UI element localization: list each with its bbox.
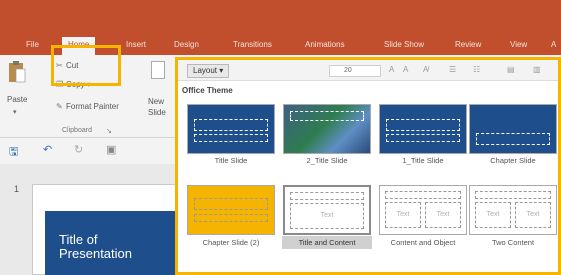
clipboard-dialog-launcher-icon[interactable]: ↘ xyxy=(106,127,112,135)
highlight-callout-layout-gallery xyxy=(175,57,561,275)
slide-number: 1 xyxy=(14,184,20,194)
save-icon[interactable]: 🖫 xyxy=(9,143,18,162)
paste-button-label[interactable]: Paste xyxy=(7,95,27,104)
highlight-callout-cut xyxy=(51,45,121,86)
slide-title: Title of Presentation xyxy=(59,232,132,261)
undo-icon[interactable]: ↶ xyxy=(43,143,52,156)
tab-transitions[interactable]: Transitions xyxy=(233,40,272,49)
tab-insert[interactable]: Insert xyxy=(126,40,146,49)
new-slide-icon[interactable] xyxy=(151,61,165,79)
paintbrush-icon: ✎ xyxy=(56,102,63,111)
start-from-beginning-icon[interactable]: ▣ xyxy=(106,143,116,156)
redo-icon[interactable]: ↻ xyxy=(74,143,83,156)
tab-view[interactable]: View xyxy=(510,40,527,49)
paste-icon[interactable] xyxy=(8,60,26,84)
paste-dropdown-arrow[interactable]: ▾ xyxy=(13,108,17,116)
new-slide-button[interactable]: New Slide xyxy=(148,96,166,118)
quick-access-toolbar: 🖫 ↶ ↻ ▣ xyxy=(0,138,180,164)
tab-overflow[interactable]: A xyxy=(551,40,556,49)
tab-design[interactable]: Design xyxy=(174,40,199,49)
tab-file[interactable]: File xyxy=(26,40,39,49)
tab-review[interactable]: Review xyxy=(455,40,481,49)
slide-thumbnail[interactable]: Title of Presentation xyxy=(32,184,181,275)
clipboard-group-label: Clipboard xyxy=(62,127,92,134)
format-painter-button[interactable]: ✎ Format Painter xyxy=(56,102,119,111)
format-painter-label: Format Painter xyxy=(66,102,119,111)
new-slide-label-line1: New xyxy=(148,97,165,106)
new-slide-label-line2: Slide xyxy=(148,108,166,117)
tab-slide-show[interactable]: Slide Show xyxy=(384,40,424,49)
tab-animations[interactable]: Animations xyxy=(305,40,345,49)
